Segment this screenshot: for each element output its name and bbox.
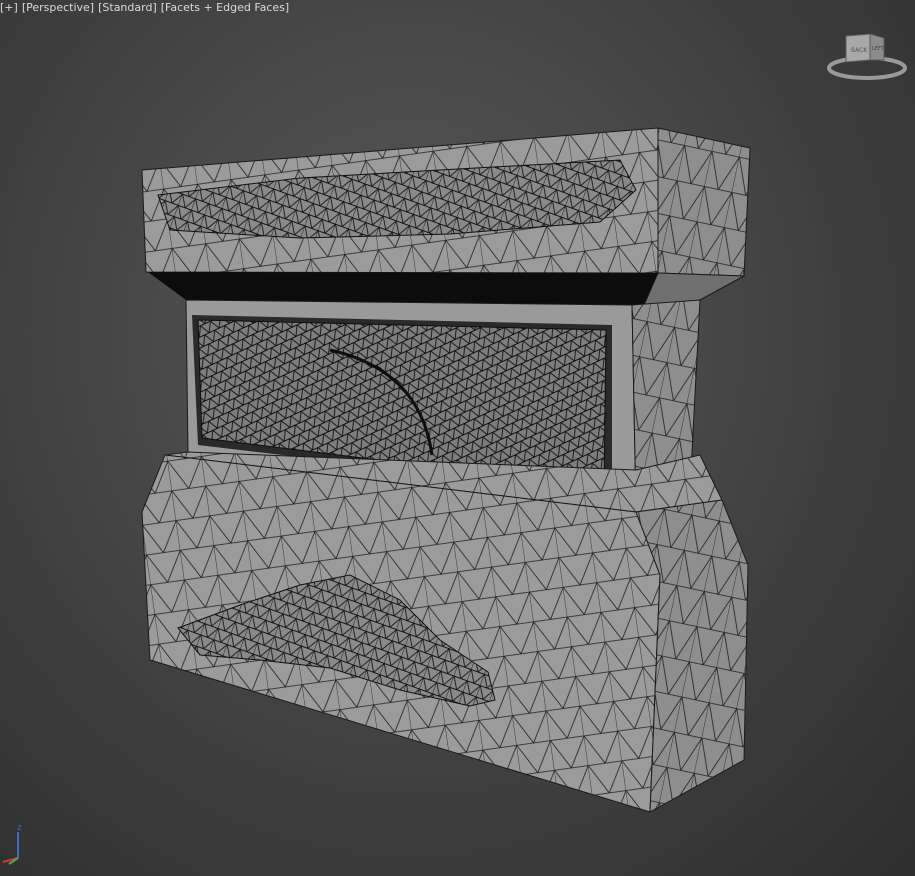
viewport-shading-style-menu[interactable]: [Standard] [98,1,157,14]
base-block [141,451,749,813]
cornice-side-face [657,127,751,277]
viewport-point-of-view-menu[interactable]: [Perspective] [22,1,94,14]
perspective-viewport[interactable]: [+] [Perspective] [Standard] [Facets + Edge… [0,0,915,876]
pedestal-mesh-model[interactable] [0,0,915,876]
axis-tripod: z [2,823,22,865]
viewcube-right-label: LEFT [872,46,885,52]
viewcube-compass-ring[interactable] [827,56,907,80]
viewport-label-menu: [+] [Perspective] [Standard] [Facets + Edge… [0,0,293,16]
viewport-general-menu[interactable]: [+] [0,1,18,14]
cornice-block [141,127,751,306]
viewport-display-mode-menu[interactable]: [Facets + Edged Faces] [161,1,289,14]
viewcube-front-label: BACK [851,47,868,54]
viewcube-navigation[interactable]: BACK LEFT [826,26,908,82]
axis-z-label: z [17,823,22,833]
